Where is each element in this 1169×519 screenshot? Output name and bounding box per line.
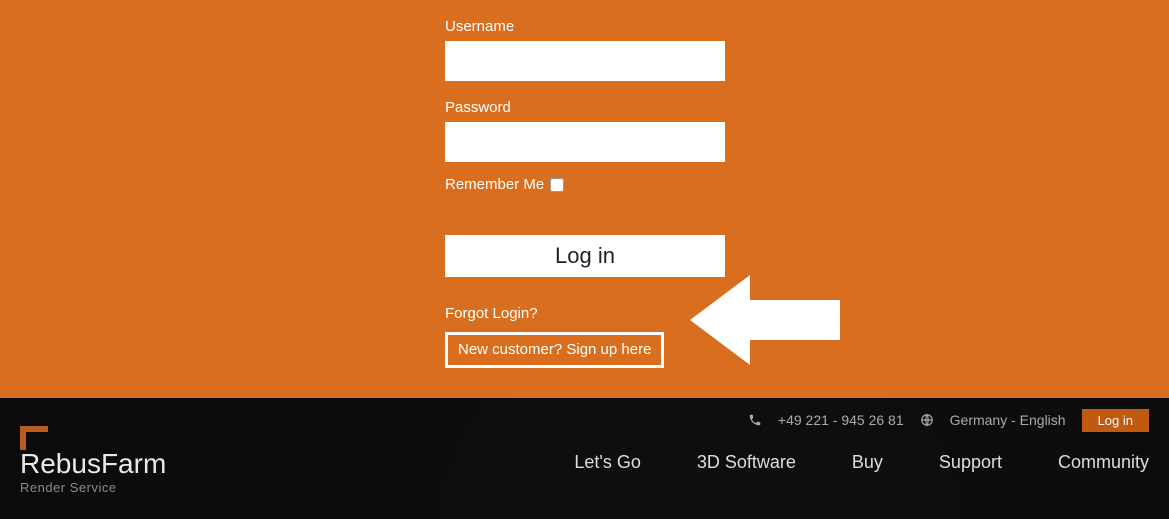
login-panel: Username Password Remember Me Log in For… [0,0,1169,398]
nav-community[interactable]: Community [1058,452,1149,473]
nav-lets-go[interactable]: Let's Go [574,452,640,473]
signup-button[interactable]: New customer? Sign up here [445,332,664,368]
username-input[interactable] [445,41,725,81]
remember-label: Remember Me [445,176,544,193]
language-selector[interactable]: Germany - English [950,412,1066,428]
main-nav: Let's Go 3D Software Buy Support Communi… [574,452,1149,473]
login-form: Username Password Remember Me Log in For… [445,18,725,368]
nav-3d-software[interactable]: 3D Software [697,452,796,473]
logo[interactable]: RebusFarm Render Service [20,426,166,495]
password-label: Password [445,99,725,116]
logo-text: RebusFarm [20,450,166,478]
nav-buy[interactable]: Buy [852,452,883,473]
logo-mark-icon [20,426,48,450]
globe-icon [920,413,934,427]
username-label: Username [445,18,725,35]
logo-subtitle: Render Service [20,480,166,495]
nav-support[interactable]: Support [939,452,1002,473]
logo-brand-first: Rebus [20,448,101,479]
forgot-login-link[interactable]: Forgot Login? [445,305,725,322]
phone-icon [748,413,762,427]
site-header: +49 221 - 945 26 81 Germany - English Lo… [0,398,1169,519]
utility-bar: +49 221 - 945 26 81 Germany - English Lo… [20,408,1149,432]
logo-brand-second: Farm [101,448,166,479]
password-input[interactable] [445,122,725,162]
remember-checkbox[interactable] [550,178,564,192]
header-login-button[interactable]: Log in [1082,409,1149,432]
login-button[interactable]: Log in [445,235,725,277]
phone-number[interactable]: +49 221 - 945 26 81 [778,412,904,428]
signup-label: New customer? Sign up here [458,341,651,358]
remember-row: Remember Me [445,176,725,193]
